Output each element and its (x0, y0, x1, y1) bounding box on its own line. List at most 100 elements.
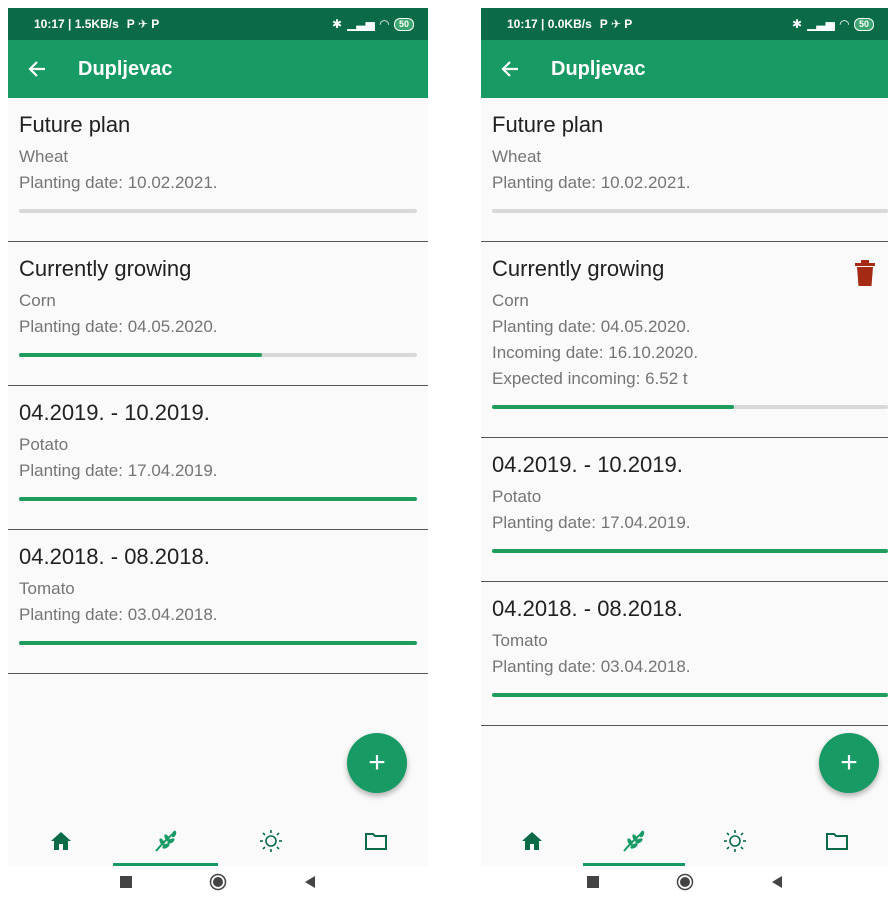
wifi-icon: ◠ (379, 17, 389, 31)
card-title: 04.2019. - 10.2019. (19, 400, 210, 425)
status-bar: 10:17 | 1.5KB/s P ✈ P ✱ ▁▃▅ ◠ 50 (8, 8, 428, 40)
home-icon (521, 831, 543, 851)
battery-icon: 50 (853, 17, 874, 31)
progress-fill (19, 353, 262, 357)
home-system-icon[interactable] (208, 872, 228, 892)
crop-name: Corn (492, 291, 529, 310)
crop-name: Corn (19, 291, 56, 310)
status-bar: 10:17 | 0.0KB/s P ✈ P ✱ ▁▃▅ ◠ 50 (481, 8, 888, 40)
planting-date: Planting date: 17.04.2019. (492, 513, 691, 532)
sun-icon (259, 829, 283, 853)
add-button[interactable]: + (347, 733, 407, 793)
card-title: Currently growing (492, 256, 665, 281)
crop-name: Potato (19, 435, 69, 454)
season-card[interactable]: Future plan Wheat Planting date: 10.02.202… (481, 98, 888, 242)
progress-bar (492, 549, 888, 553)
progress-bar (19, 641, 417, 645)
progress-fill (19, 497, 417, 501)
season-card[interactable]: Currently growing Corn Planting date: 04.0… (481, 242, 888, 438)
plant-icon (621, 829, 647, 853)
status-notification-icons: P ✈ P (599, 17, 633, 31)
phone-screen-right: 10:17 | 0.0KB/s P ✈ P ✱ ▁▃▅ ◠ 50 Dupljev… (481, 8, 888, 898)
back-arrow-icon[interactable] (26, 58, 48, 80)
expected-incoming: Expected incoming: 6.52 t (492, 369, 688, 388)
back-system-icon[interactable] (300, 872, 320, 892)
card-title: 04.2018. - 08.2018. (19, 544, 210, 569)
app-bar: Dupljevac (8, 40, 428, 98)
crop-name: Wheat (492, 147, 542, 166)
season-card[interactable]: 04.2019. - 10.2019. Potato Planting date: … (8, 386, 428, 530)
nav-item-home[interactable] (481, 816, 583, 866)
page-title: Dupljevac (78, 57, 173, 80)
progress-fill (492, 549, 888, 553)
season-card[interactable]: Currently growing Corn Planting date: 04.0… (8, 242, 428, 386)
crop-name: Wheat (19, 147, 69, 166)
bottom-navigation (8, 816, 428, 866)
progress-bar (19, 353, 417, 357)
trash-icon[interactable] (854, 260, 876, 286)
nav-item-plant[interactable] (582, 816, 685, 866)
back-arrow-icon[interactable] (499, 58, 521, 80)
progress-bar (492, 405, 888, 409)
battery-icon: 50 (393, 17, 414, 31)
card-title: Future plan (19, 112, 131, 137)
progress-fill (19, 641, 417, 645)
phone-screen-left: 10:17 | 1.5KB/s P ✈ P ✱ ▁▃▅ ◠ 50 Dupljev… (8, 8, 428, 898)
progress-bar (19, 497, 417, 501)
crop-name: Tomato (19, 579, 75, 598)
season-card[interactable]: Future plan Wheat Planting date: 10.02.202… (8, 98, 428, 242)
crop-name: Potato (492, 487, 542, 506)
season-list: Future plan Wheat Planting date: 10.02.202… (481, 98, 888, 726)
add-button[interactable]: + (819, 733, 879, 793)
card-title: 04.2019. - 10.2019. (492, 452, 683, 477)
progress-bar (19, 209, 417, 213)
card-title: Future plan (492, 112, 604, 137)
folder-icon (825, 831, 849, 851)
planting-date: Planting date: 10.02.2021. (19, 173, 218, 192)
nav-item-folder[interactable] (323, 816, 428, 866)
status-time: 10:17 | 0.0KB/s (507, 17, 592, 31)
status-notification-icons: P ✈ P (126, 17, 160, 31)
progress-fill (492, 693, 888, 697)
signal-icon: ▁▃▅ (807, 17, 835, 31)
incoming-date: Incoming date: 16.10.2020. (492, 343, 699, 362)
progress-bar (492, 693, 888, 697)
folder-icon (364, 831, 388, 851)
nav-item-sun[interactable] (685, 816, 787, 866)
planting-date: Planting date: 10.02.2021. (492, 173, 691, 192)
nav-item-folder[interactable] (786, 816, 888, 866)
app-bar: Dupljevac (481, 40, 888, 98)
progress-fill (492, 405, 734, 409)
status-time: 10:17 | 1.5KB/s (34, 17, 119, 31)
progress-bar (492, 209, 888, 213)
nav-item-sun[interactable] (218, 816, 323, 866)
recents-icon[interactable] (583, 872, 603, 892)
system-navigation-bar (481, 866, 888, 898)
planting-date: Planting date: 04.05.2020. (19, 317, 218, 336)
season-card[interactable]: 04.2018. - 08.2018. Tomato Planting date: … (8, 530, 428, 674)
plant-icon (153, 829, 179, 853)
nav-item-plant[interactable] (113, 816, 218, 866)
planting-date: Planting date: 03.04.2018. (19, 605, 218, 624)
nav-item-home[interactable] (8, 816, 113, 866)
back-system-icon[interactable] (767, 872, 787, 892)
home-system-icon[interactable] (675, 872, 695, 892)
wifi-icon: ◠ (839, 17, 849, 31)
season-list: Future plan Wheat Planting date: 10.02.202… (8, 98, 428, 674)
bottom-navigation (481, 816, 888, 866)
planting-date: Planting date: 03.04.2018. (492, 657, 691, 676)
home-icon (50, 831, 72, 851)
crop-name: Tomato (492, 631, 548, 650)
page-title: Dupljevac (551, 57, 646, 80)
sun-icon (723, 829, 747, 853)
bluetooth-icon: ✱ (792, 17, 803, 31)
card-title: 04.2018. - 08.2018. (492, 596, 683, 621)
season-card[interactable]: 04.2019. - 10.2019. Potato Planting date: … (481, 438, 888, 582)
planting-date: Planting date: 04.05.2020. (492, 317, 691, 336)
season-card[interactable]: 04.2018. - 08.2018. Tomato Planting date: … (481, 582, 888, 726)
recents-icon[interactable] (116, 872, 136, 892)
bluetooth-icon: ✱ (332, 17, 343, 31)
card-title: Currently growing (19, 256, 192, 281)
system-navigation-bar (8, 866, 428, 898)
signal-icon: ▁▃▅ (347, 17, 375, 31)
